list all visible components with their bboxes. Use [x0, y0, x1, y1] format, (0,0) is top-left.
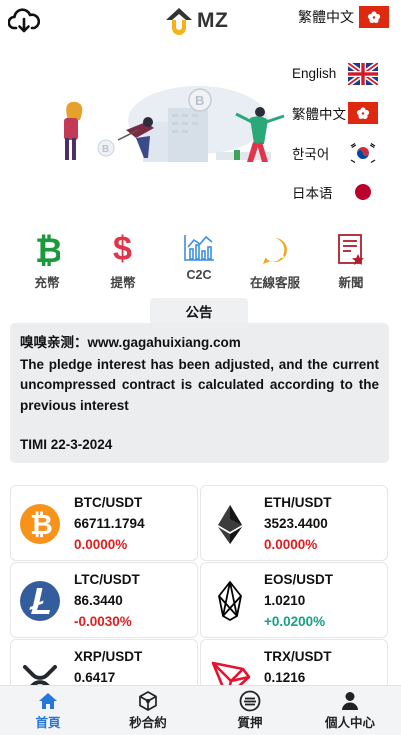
market-card-eth[interactable]: ETH/USDT 3523.4400 0.0000%	[200, 485, 388, 561]
quick-action-support[interactable]: 在線客服	[240, 218, 310, 291]
language-option-label: 한국어	[292, 146, 330, 162]
tab-label: 質押	[237, 716, 263, 730]
header: MZ 繁體中文	[0, 0, 401, 40]
quick-action-label: 在線客服	[249, 276, 300, 290]
kr-flag-icon	[348, 141, 378, 164]
quick-action-label: 新聞	[338, 276, 364, 290]
whatsapp-icon	[263, 238, 287, 264]
home-icon	[39, 693, 57, 709]
announcement-source: 嗅嗅亲测：www.gagahuixiang.com	[20, 335, 241, 350]
announcement-signature: TIMI 22-3-2024	[20, 437, 113, 452]
language-list: English 繁體中文 한국어 日本语	[292, 54, 392, 212]
cloud-download-icon[interactable]	[8, 8, 40, 34]
logo-text: MZ	[197, 9, 229, 32]
language-option-english[interactable]: English	[292, 54, 392, 94]
quick-action-withdraw[interactable]: $ 提幣	[88, 218, 158, 291]
market-pair: BTC/USDT	[74, 495, 143, 510]
announcement-body: The pledge interest has been adjusted, a…	[20, 356, 379, 413]
svg-text:B: B	[102, 144, 109, 155]
user-icon	[342, 692, 358, 710]
uk-flag-icon	[348, 62, 378, 85]
svg-text:$: $	[113, 230, 132, 266]
market-price: 86.3440	[74, 593, 123, 608]
svg-text:₿: ₿	[30, 509, 53, 540]
tab-profile[interactable]: 個人中心	[310, 690, 390, 731]
news-icon	[338, 234, 364, 265]
bottom-tab-bar: 首頁 秒合約 質押 個人中心	[0, 685, 401, 735]
quick-actions: ₿ 充幣 $ 提幣 C2C 在線客服 新聞	[0, 218, 401, 308]
market-change: 0.0000%	[74, 537, 128, 552]
announcement-panel: 嗅嗅亲测：www.gagahuixiang.com The pledge int…	[10, 323, 389, 463]
market-card-btc[interactable]: ₿ BTC/USDT 66711.1794 0.0000%	[10, 485, 198, 561]
market-price: 3523.4400	[264, 516, 328, 531]
market-card-ltc[interactable]: LTC/USDT 86.3440 -0.0030%	[10, 562, 198, 638]
market-pair: ETH/USDT	[264, 495, 332, 510]
market-price: 0.6417	[74, 670, 116, 685]
market-pair: TRX/USDT	[264, 649, 332, 664]
chart-icon	[184, 235, 214, 261]
market-price: 66711.1794	[74, 516, 145, 531]
btc-icon: ₿	[20, 504, 60, 544]
market-price: 0.1216	[264, 670, 306, 685]
quick-action-news[interactable]: 新聞	[316, 218, 386, 291]
coin-stack-icon	[239, 690, 261, 712]
cube-icon	[139, 691, 157, 711]
ltc-icon	[20, 581, 60, 621]
market-change: -0.0030%	[74, 614, 132, 629]
svg-text:₿: ₿	[35, 232, 60, 266]
market-change: +0.0200%	[264, 614, 326, 629]
language-option-korean[interactable]: 한국어	[292, 133, 392, 173]
quick-action-label: 提幣	[110, 276, 136, 290]
market-pair: XRP/USDT	[74, 649, 143, 664]
bitcoin-icon: ₿	[35, 232, 60, 266]
quick-action-deposit[interactable]: ₿ 充幣	[12, 218, 82, 291]
tab-label: 個人中心	[324, 716, 375, 730]
market-change: 0.0000%	[264, 537, 318, 552]
market-pair: LTC/USDT	[74, 572, 140, 587]
language-option-japanese[interactable]: 日本语	[292, 173, 392, 213]
market-pair: EOS/USDT	[264, 572, 334, 587]
language-option-label: English	[292, 66, 337, 82]
hero-illustration: B B	[64, 86, 285, 162]
tab-label: 秒合約	[129, 716, 167, 730]
language-option-traditional-chinese[interactable]: 繁體中文	[292, 94, 392, 134]
quick-action-label: 充幣	[34, 276, 60, 290]
svg-text:B: B	[195, 93, 204, 108]
hk-flag-icon	[359, 6, 389, 28]
language-option-label: 繁體中文	[292, 107, 346, 123]
tab-staking[interactable]: 質押	[210, 690, 290, 731]
logo: MZ	[164, 6, 228, 36]
tab-home[interactable]: 首頁	[8, 690, 88, 731]
language-option-label: 日本语	[292, 186, 333, 202]
logo-mark-icon	[166, 8, 192, 35]
tab-label: 首頁	[35, 716, 61, 730]
eos-icon	[218, 581, 242, 621]
quick-action-c2c[interactable]: C2C	[164, 214, 234, 282]
dollar-icon: $	[113, 230, 132, 266]
tab-seconds-contract[interactable]: 秒合約	[108, 690, 188, 731]
eth-icon	[218, 505, 242, 544]
hk-flag-icon	[348, 102, 378, 125]
quick-action-label: C2C	[186, 268, 212, 282]
market-card-eos[interactable]: EOS/USDT 1.0210 +0.0200%	[200, 562, 388, 638]
jp-flag-icon	[348, 181, 378, 204]
current-language-label: 繁體中文	[298, 9, 354, 25]
market-price: 1.0210	[264, 593, 306, 608]
language-switcher[interactable]: 繁體中文	[298, 6, 389, 28]
